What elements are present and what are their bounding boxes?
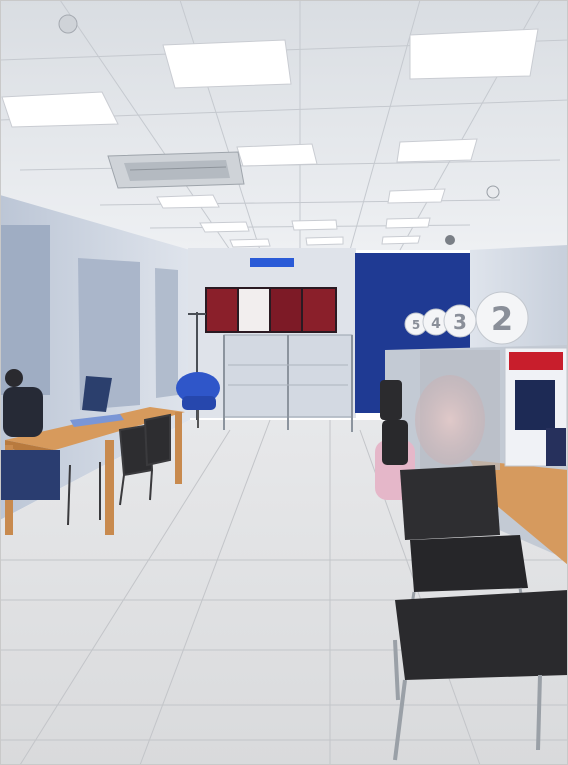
blue-sofa [0, 450, 60, 500]
ceiling-light [229, 238, 271, 248]
ceiling-light [199, 221, 250, 233]
poster [207, 289, 237, 331]
ceiling-light [387, 188, 446, 204]
ceiling-light [236, 143, 318, 167]
wall-posters [205, 287, 337, 333]
poster [303, 289, 335, 331]
brochure-holder [546, 428, 566, 466]
ceiling-light [385, 217, 431, 229]
glass-partition [223, 334, 353, 432]
left-wall-panel [155, 268, 178, 398]
promo-banner [509, 352, 563, 370]
ceiling-light [1, 91, 119, 128]
camera-dome [445, 235, 455, 245]
counter-sign-number: 4 [431, 316, 441, 332]
direction-sign [250, 258, 294, 267]
promo-photo [515, 380, 555, 430]
left-wall-panel [0, 225, 50, 395]
ceiling-light [291, 219, 338, 231]
office-interior: 5 4 3 2 [0, 0, 568, 765]
ceiling-light [305, 236, 344, 246]
ceiling-light [156, 194, 220, 209]
ceiling-light [162, 39, 292, 89]
smoke-detector [58, 14, 78, 34]
promo-stand [504, 347, 568, 467]
poster [239, 289, 269, 331]
counter-sign-number: 3 [453, 310, 467, 334]
ceiling-light [409, 28, 539, 80]
poster [271, 289, 301, 331]
counter-sign-number: 5 [412, 318, 420, 332]
ceiling-light [396, 138, 478, 163]
air-conditioner [107, 151, 245, 189]
counter-sign-number: 2 [491, 300, 513, 338]
camera-dome [486, 185, 500, 199]
ceiling-light [381, 235, 421, 245]
bank-office-photo: 5 4 3 2 [0, 0, 568, 765]
